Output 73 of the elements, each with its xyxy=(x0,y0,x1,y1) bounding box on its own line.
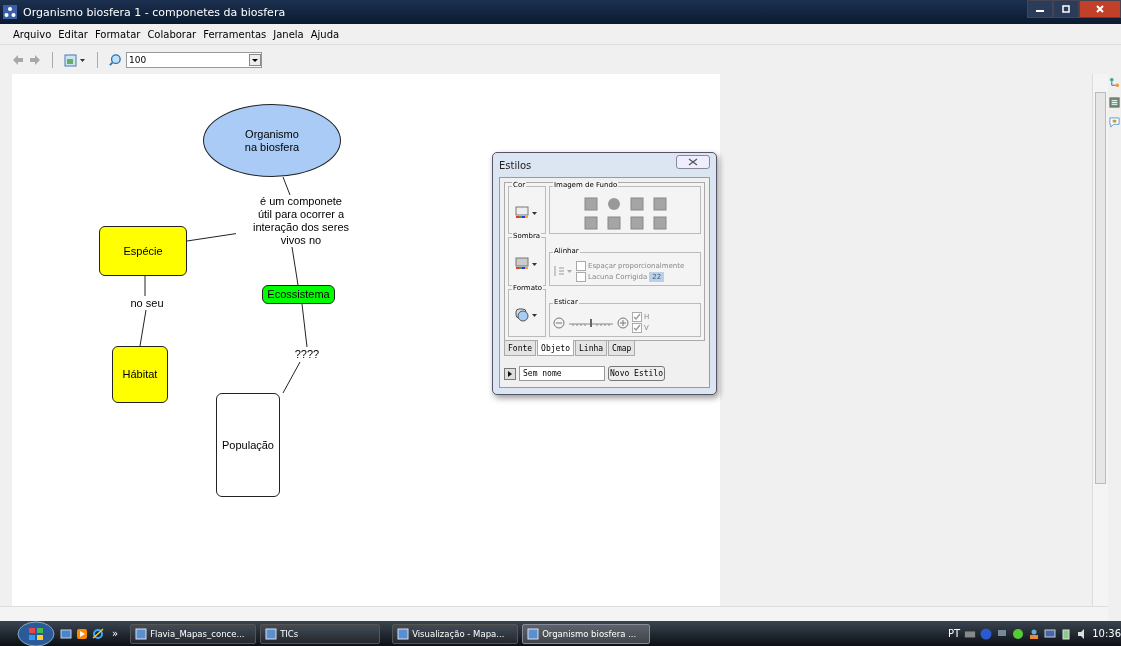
connector-line xyxy=(282,176,291,196)
tool-icon[interactable] xyxy=(606,197,621,211)
connector-line xyxy=(301,303,308,348)
tool-icon[interactable] xyxy=(583,216,598,230)
color-picker-icon[interactable] xyxy=(515,205,539,220)
battery-icon[interactable] xyxy=(1060,627,1073,640)
menu-item[interactable]: Formatar xyxy=(94,28,141,40)
concept-node[interactable]: Hábitat xyxy=(112,346,168,403)
menu-item[interactable]: Ajuda xyxy=(310,28,340,40)
zoom-icon[interactable] xyxy=(109,53,121,66)
window-title: Organismo biosfera 1 - componetes da biosfera xyxy=(23,5,287,19)
connector-line xyxy=(291,246,299,286)
browser-icon[interactable] xyxy=(92,627,104,640)
zoom-in-icon[interactable] xyxy=(617,316,629,329)
close-button[interactable] xyxy=(1079,0,1121,18)
checkbox[interactable] xyxy=(632,312,642,322)
taskbar-button[interactable]: Visualização - Mapa... xyxy=(392,623,519,644)
maximize-button[interactable] xyxy=(1053,0,1079,18)
checkbox[interactable] xyxy=(576,260,586,271)
checkbox[interactable] xyxy=(632,323,642,333)
concept-node[interactable]: Espécie xyxy=(99,226,187,276)
tool-icon[interactable] xyxy=(629,216,644,230)
taskbar-button[interactable]: TICs xyxy=(260,623,381,644)
menu-item[interactable]: Ferramentas xyxy=(203,28,267,40)
menu-item[interactable]: Arquivo xyxy=(13,28,52,40)
app-icon xyxy=(3,5,17,19)
start-button[interactable] xyxy=(16,620,56,646)
tab[interactable]: Linha xyxy=(575,340,608,356)
zoom-out-icon[interactable] xyxy=(553,316,565,329)
concept-node[interactable]: Organismo na biosfera xyxy=(203,104,341,177)
connector-line xyxy=(144,275,146,297)
vertical-scrollbar[interactable] xyxy=(1092,74,1108,606)
shape-picker-icon[interactable] xyxy=(515,308,539,323)
close-icon xyxy=(1095,4,1105,14)
media-player-icon[interactable] xyxy=(76,627,88,640)
tab[interactable]: Cmap xyxy=(608,340,636,356)
maximize-icon xyxy=(1061,4,1071,14)
close-icon xyxy=(688,158,698,166)
tab[interactable]: Fonte xyxy=(504,340,537,356)
menu-item[interactable]: Editar xyxy=(58,28,88,40)
clock[interactable]: 10:36 xyxy=(1092,628,1121,639)
language-indicator[interactable]: PT xyxy=(948,628,961,639)
tool-icon[interactable] xyxy=(606,216,621,230)
window-icon[interactable] xyxy=(64,52,86,67)
tool-icon[interactable] xyxy=(652,216,667,230)
menu-item[interactable]: Janela xyxy=(273,28,304,40)
stretch-slider[interactable] xyxy=(568,317,614,328)
user-icon[interactable] xyxy=(1028,627,1041,640)
tab[interactable]: Objeto xyxy=(537,340,574,356)
connector-line xyxy=(139,309,147,347)
shadow-picker-icon[interactable] xyxy=(515,257,539,271)
style-name-field[interactable]: Sem nome xyxy=(519,366,605,381)
concept-node[interactable]: Ecossistema xyxy=(262,285,335,304)
tool-icon[interactable] xyxy=(629,197,644,211)
more-chevron[interactable]: » xyxy=(112,628,119,639)
taskbar-button[interactable]: Organismo biosfera ... xyxy=(522,623,651,644)
zoom-dropdown[interactable]: 100 xyxy=(126,51,262,68)
linking-phrase[interactable]: ???? xyxy=(292,347,322,361)
tool-icon[interactable] xyxy=(652,197,667,211)
horizontal-scrollbar[interactable] xyxy=(0,606,1108,621)
close-button[interactable] xyxy=(676,155,710,169)
connector-line xyxy=(282,361,301,394)
menu-item[interactable]: Colaborar xyxy=(147,28,197,40)
concept-node[interactable]: População xyxy=(216,393,280,497)
list-icon[interactable] xyxy=(1109,97,1120,108)
dialog-title: Estilos xyxy=(499,159,532,171)
play-icon[interactable] xyxy=(504,367,516,380)
checkbox[interactable] xyxy=(576,271,586,282)
taskbar-button[interactable]: Flavia_Mapas_conce... xyxy=(130,623,257,644)
minimize-button[interactable] xyxy=(1027,0,1053,18)
tool-icon[interactable] xyxy=(583,197,598,211)
new-style-button[interactable]: Novo Estilo xyxy=(608,366,665,381)
network-icon[interactable] xyxy=(1044,627,1057,640)
